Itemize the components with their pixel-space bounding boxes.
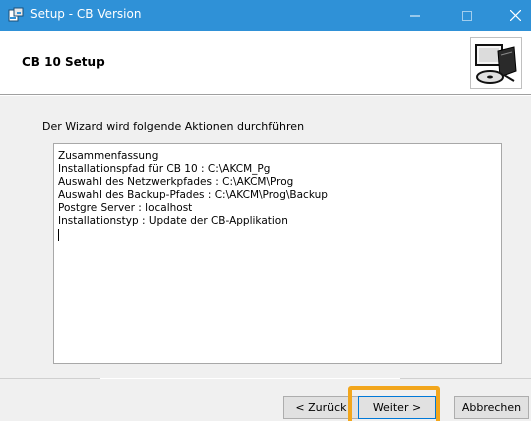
window-title: Setup - CB Version xyxy=(30,7,142,21)
page-title: CB 10 Setup xyxy=(22,55,105,69)
setup-window: Setup - CB Version CB 10 Setup Der Wizar… xyxy=(0,0,531,421)
summary-line: Installationspfad für CB 10 : C:\AKCM_Pg xyxy=(58,163,271,175)
footer-divider-highlight xyxy=(100,378,400,379)
summary-line: Zusammenfassung xyxy=(58,150,159,162)
close-button[interactable] xyxy=(492,0,531,31)
maximize-icon xyxy=(462,10,472,21)
text-caret xyxy=(58,229,59,241)
close-icon xyxy=(509,10,521,21)
title-bar[interactable]: Setup - CB Version xyxy=(0,0,531,31)
installer-icon xyxy=(8,7,24,23)
summary-line: Auswahl des Netzwerkpfades : C:\AKCM\Pro… xyxy=(58,176,294,188)
cancel-button[interactable]: Abbrechen xyxy=(454,396,529,419)
header-divider-highlight xyxy=(0,95,531,96)
summary-line: Postgre Server : localhost xyxy=(58,202,193,214)
wizard-header: CB 10 Setup xyxy=(0,31,531,94)
minimize-button[interactable] xyxy=(392,0,438,31)
summary-textbox[interactable]: Zusammenfassung Installationspfad für CB… xyxy=(53,143,502,364)
maximize-button[interactable] xyxy=(444,0,490,31)
next-button[interactable]: Weiter > xyxy=(358,396,436,419)
summary-line: Auswahl des Backup-Pfades : C:\AKCM\Prog… xyxy=(58,189,328,201)
wizard-description: Der Wizard wird folgende Aktionen durchf… xyxy=(42,120,305,133)
minimize-icon xyxy=(410,11,420,21)
setup-computer-logo xyxy=(470,37,522,89)
back-button[interactable]: < Zurück xyxy=(283,396,359,419)
summary-line: Installationstyp : Update der CB-Applika… xyxy=(58,215,288,227)
